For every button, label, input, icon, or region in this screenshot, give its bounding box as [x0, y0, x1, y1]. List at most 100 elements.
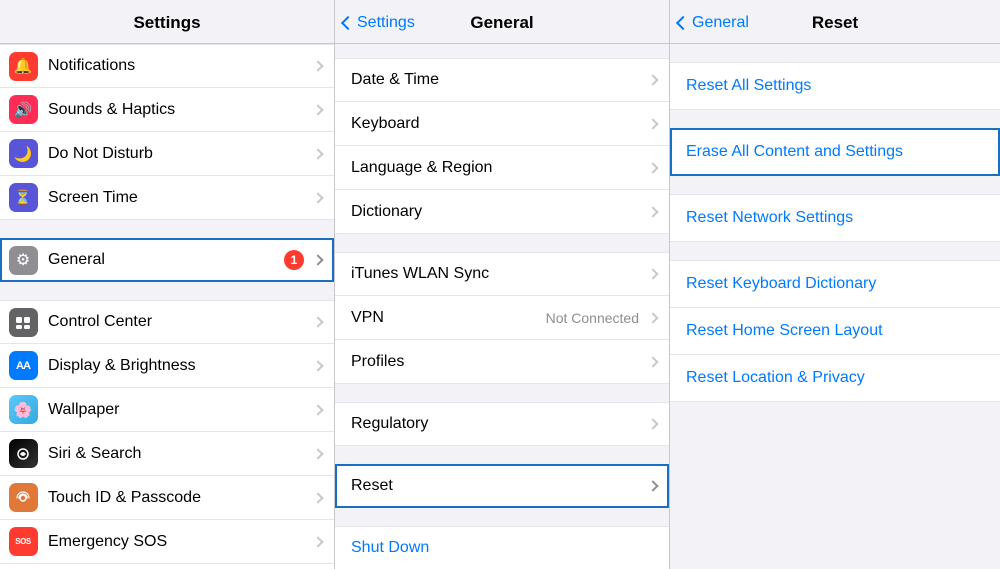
mid-item-vpn[interactable]: VPN Not Connected — [335, 296, 669, 340]
general-label: General — [46, 239, 284, 281]
vpn-label: VPN — [335, 297, 546, 339]
chevron-right-icon — [312, 254, 323, 265]
left-header: Settings — [0, 0, 334, 44]
screen-time-icon: ⏳ — [9, 183, 38, 212]
left-column: Settings 🔔 Notifications 🔊 Soun — [0, 0, 335, 569]
emergency-sos-label: Emergency SOS — [46, 521, 310, 563]
right-item-reset-all-settings[interactable]: Reset All Settings — [670, 62, 1000, 110]
sidebar-item-emergency-sos[interactable]: SOS Emergency SOS — [0, 520, 334, 564]
chevron-right-icon — [647, 480, 658, 491]
mid-item-keyboard[interactable]: Keyboard — [335, 102, 669, 146]
chevron-right-icon — [312, 316, 323, 327]
siri-icon-wrap — [0, 439, 46, 468]
right-item-reset-location-privacy[interactable]: Reset Location & Privacy — [670, 355, 1000, 402]
chevron-right-icon — [312, 360, 323, 371]
sidebar-item-screen-time[interactable]: ⏳ Screen Time — [0, 176, 334, 220]
right-item-erase-all-content[interactable]: Erase All Content and Settings — [670, 128, 1000, 176]
right-section-1: Reset All Settings — [670, 62, 1000, 110]
general-badge: 1 — [284, 250, 304, 270]
dictionary-label: Dictionary — [335, 191, 645, 233]
mid-item-shutdown[interactable]: Shut Down — [335, 526, 669, 569]
mid-section-4: Reset — [335, 464, 669, 508]
chevron-right-icon — [312, 192, 323, 203]
mid-back-button[interactable]: Settings — [343, 14, 415, 32]
right-title: Reset — [812, 13, 858, 33]
right-item-reset-home-screen[interactable]: Reset Home Screen Layout — [670, 308, 1000, 355]
right-back-button[interactable]: General — [678, 14, 749, 32]
left-section-2: ⚙ General 1 — [0, 238, 334, 282]
chevron-right-icon — [647, 118, 658, 129]
reset-label: Reset — [335, 465, 645, 507]
sounds-label: Sounds & Haptics — [46, 89, 310, 131]
sidebar-item-wallpaper[interactable]: 🌸 Wallpaper — [0, 388, 334, 432]
sidebar-item-siri-search[interactable]: Siri & Search — [0, 432, 334, 476]
sounds-icon-wrap: 🔊 — [0, 95, 46, 124]
mid-section-3: Regulatory — [335, 402, 669, 446]
regulatory-label: Regulatory — [335, 403, 645, 445]
left-sep-1 — [0, 220, 334, 238]
notifications-icon: 🔔 — [9, 52, 38, 81]
reset-all-settings-label: Reset All Settings — [686, 77, 984, 95]
right-section-2: Erase All Content and Settings — [670, 128, 1000, 176]
display-icon-wrap: AA — [0, 351, 46, 380]
control-center-icon-wrap — [0, 308, 46, 337]
mid-sep-1 — [335, 234, 669, 252]
sidebar-item-notifications[interactable]: 🔔 Notifications — [0, 44, 334, 88]
reset-home-screen-label: Reset Home Screen Layout — [686, 322, 984, 340]
left-section-1: 🔔 Notifications 🔊 Sounds & Haptics — [0, 44, 334, 220]
mid-item-dictionary[interactable]: Dictionary — [335, 190, 669, 234]
language-region-label: Language & Region — [335, 147, 645, 189]
back-chevron-icon — [676, 15, 690, 29]
reset-location-privacy-label: Reset Location & Privacy — [686, 369, 984, 387]
reset-network-label: Reset Network Settings — [686, 209, 984, 227]
emergency-sos-icon-wrap: SOS — [0, 527, 46, 556]
dnd-label: Do Not Disturb — [46, 133, 310, 175]
chevron-right-icon — [312, 492, 323, 503]
left-title: Settings — [133, 13, 200, 33]
sounds-icon: 🔊 — [9, 95, 38, 124]
sidebar-item-touch-id[interactable]: Touch ID & Passcode — [0, 476, 334, 520]
vpn-status: Not Connected — [546, 310, 639, 326]
mid-header: Settings General — [335, 0, 669, 44]
chevron-right-icon — [312, 148, 323, 159]
touch-id-icon — [9, 483, 38, 512]
dnd-icon: 🌙 — [9, 139, 38, 168]
general-icon-wrap: ⚙ — [0, 246, 46, 275]
chevron-right-icon — [312, 404, 323, 415]
mid-sep-3 — [335, 446, 669, 464]
mid-item-regulatory[interactable]: Regulatory — [335, 402, 669, 446]
right-sep-2 — [670, 176, 1000, 194]
sidebar-item-do-not-disturb[interactable]: 🌙 Do Not Disturb — [0, 132, 334, 176]
emergency-sos-icon: SOS — [9, 527, 38, 556]
right-item-reset-network[interactable]: Reset Network Settings — [670, 194, 1000, 242]
mid-item-reset[interactable]: Reset — [335, 464, 669, 508]
mid-sep-2 — [335, 384, 669, 402]
siri-label: Siri & Search — [46, 433, 310, 475]
display-icon: AA — [9, 351, 38, 380]
sidebar-item-control-center[interactable]: Control Center — [0, 300, 334, 344]
control-center-icon — [9, 308, 38, 337]
sidebar-item-general[interactable]: ⚙ General 1 — [0, 238, 334, 282]
sidebar-item-sounds-haptics[interactable]: 🔊 Sounds & Haptics — [0, 88, 334, 132]
mid-item-date-time[interactable]: Date & Time — [335, 58, 669, 102]
shutdown-label: Shut Down — [335, 527, 657, 569]
mid-item-profiles[interactable]: Profiles — [335, 340, 669, 384]
control-center-label: Control Center — [46, 301, 310, 343]
mid-back-label: Settings — [357, 14, 415, 32]
touch-id-label: Touch ID & Passcode — [46, 477, 310, 519]
keyboard-label: Keyboard — [335, 103, 645, 145]
notifications-label: Notifications — [46, 45, 310, 87]
screen-time-label: Screen Time — [46, 177, 310, 219]
back-chevron-icon — [341, 15, 355, 29]
mid-item-itunes-wlan[interactable]: iTunes WLAN Sync — [335, 252, 669, 296]
sidebar-item-battery[interactable]: Battery — [0, 564, 334, 569]
mid-section-5: Shut Down — [335, 526, 669, 569]
itunes-wlan-label: iTunes WLAN Sync — [335, 253, 645, 295]
wallpaper-label: Wallpaper — [46, 389, 310, 431]
right-item-reset-keyboard[interactable]: Reset Keyboard Dictionary — [670, 260, 1000, 308]
mid-list: Date & Time Keyboard Language & Region D… — [335, 44, 669, 569]
siri-icon — [9, 439, 38, 468]
sidebar-item-display-brightness[interactable]: AA Display & Brightness — [0, 344, 334, 388]
chevron-right-icon — [647, 206, 658, 217]
mid-item-language-region[interactable]: Language & Region — [335, 146, 669, 190]
